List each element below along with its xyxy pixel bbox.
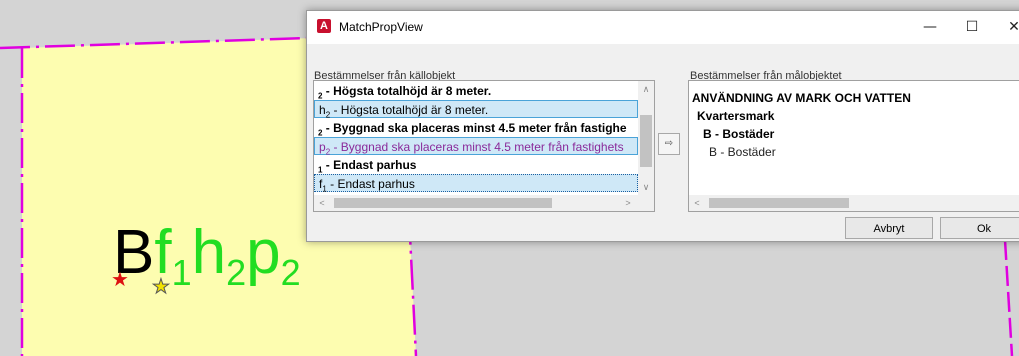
scroll-right-arrow-icon[interactable]: >: [620, 195, 636, 211]
list-item[interactable]: B - Bostäder: [689, 125, 774, 143]
plan-label-sub-p: 2: [280, 252, 301, 293]
scroll-up-arrow-icon[interactable]: ∧: [638, 81, 654, 97]
list-item[interactable]: Kvartersmark: [689, 107, 774, 125]
insertion-point-star-icon[interactable]: ★: [111, 270, 129, 290]
list-item[interactable]: 2 - Byggnad ska placeras minst 4.5 meter…: [314, 119, 638, 137]
autocad-app-icon: A: [317, 19, 331, 33]
minimize-button[interactable]: —: [910, 11, 950, 44]
scroll-thumb[interactable]: [334, 198, 552, 208]
source-provisions-list[interactable]: 2 - Högsta totalhöjd är 8 meter. h2 - Hö…: [313, 80, 655, 212]
plan-label-sub-h: 2: [226, 252, 247, 293]
close-button[interactable]: ✕: [994, 11, 1019, 44]
plan-label-sub-f: 1: [171, 252, 192, 293]
transfer-arrow-button[interactable]: ⇨: [658, 133, 680, 155]
maximize-button[interactable]: ☐: [952, 11, 992, 44]
plan-label-code-f: f: [154, 218, 172, 287]
list-item[interactable]: p2 - Byggnad ska placeras minst 4.5 mete…: [314, 137, 638, 156]
plan-label-code-p: p: [246, 218, 281, 287]
plan-label[interactable]: B f1 h2 p2: [113, 222, 301, 302]
list-item[interactable]: B - Bostäder: [689, 143, 776, 161]
scroll-thumb[interactable]: [709, 198, 849, 208]
plan-label-code-h: h: [191, 218, 227, 287]
target-provisions-list[interactable]: ANVÄNDNING AV MARK OCH VATTEN Kvartersma…: [688, 80, 1019, 212]
scroll-thumb[interactable]: [640, 115, 652, 167]
grip-star-icon[interactable]: ★: [152, 277, 171, 298]
list-item[interactable]: h2 - Högsta totalhöjd är 8 meter.: [314, 100, 638, 119]
title-bar[interactable]: A MatchPropView — ☐ ✕: [307, 11, 1019, 44]
cancel-button[interactable]: Avbryt: [845, 217, 933, 239]
scroll-down-arrow-icon[interactable]: ∨: [638, 179, 654, 195]
matchpropview-dialog: A MatchPropView — ☐ ✕ Bestämmelser från …: [306, 10, 1019, 242]
source-vertical-scrollbar[interactable]: ∧ ∨: [638, 81, 654, 195]
target-horizontal-scrollbar[interactable]: <: [689, 195, 1019, 211]
list-item[interactable]: ANVÄNDNING AV MARK OCH VATTEN: [689, 89, 911, 107]
source-horizontal-scrollbar[interactable]: < >: [314, 195, 654, 211]
scroll-left-arrow-icon[interactable]: <: [314, 195, 330, 211]
ok-button[interactable]: Ok: [940, 217, 1019, 239]
window-title: MatchPropView: [339, 20, 423, 34]
list-item[interactable]: 2 - Högsta totalhöjd är 8 meter.: [314, 82, 638, 100]
scroll-left-arrow-icon[interactable]: <: [689, 195, 705, 211]
list-item[interactable]: 1 - Endast parhus: [314, 156, 638, 174]
list-item[interactable]: f1 - Endast parhus: [314, 174, 638, 193]
